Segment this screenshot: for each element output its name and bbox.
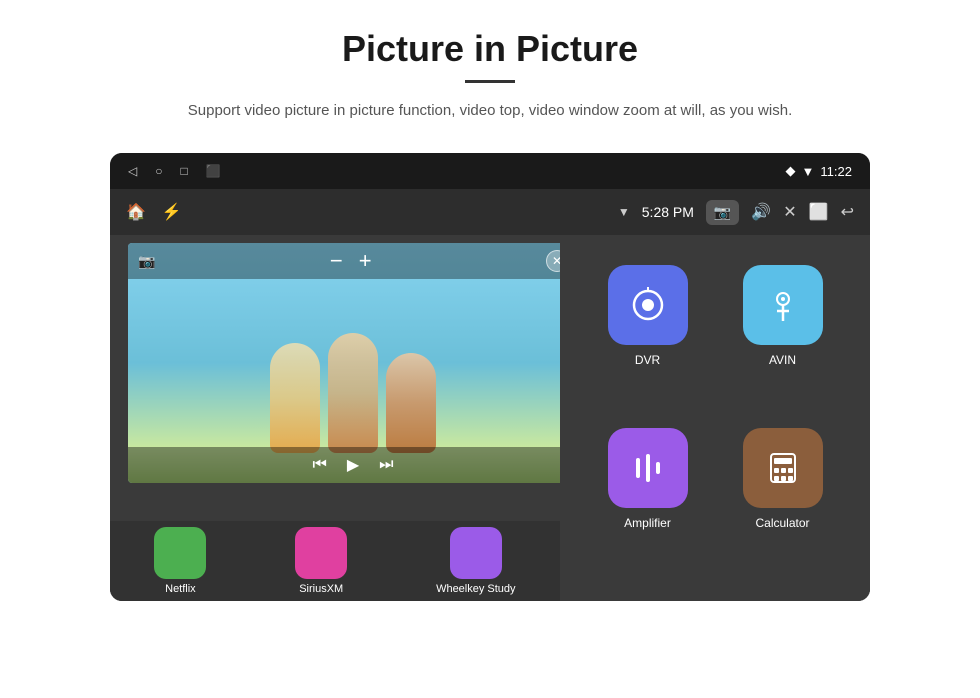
title-divider — [465, 80, 515, 83]
pip-ctrl-center: − + — [330, 248, 372, 274]
forward-btn[interactable]: ⏭ — [379, 456, 393, 474]
app-bar-time: 5:28 PM — [642, 204, 694, 220]
amplifier-icon-box — [608, 428, 688, 508]
figure-3 — [386, 353, 436, 453]
back-nav-icon[interactable]: ◁ — [128, 164, 137, 178]
pip-zoom-in[interactable]: + — [359, 248, 372, 274]
page-subtitle: Support video picture in picture functio… — [90, 99, 890, 123]
pip-camera-icon: 📷 — [138, 253, 155, 270]
device-frame: ◁ ○ □ ⬛ ◆ ▼ 11:22 🏠 ⚡ ▼ 5:28 PM 📷 🔊 ✕ ⬜ … — [110, 153, 870, 601]
dvr-label: DVR — [635, 353, 660, 367]
status-bar-right: ◆ ▼ 11:22 — [786, 163, 852, 179]
status-time: 11:22 — [820, 164, 852, 179]
app-item-dvr[interactable]: DVR — [580, 255, 715, 377]
volume-icon[interactable]: 🔊 — [751, 202, 771, 222]
app-item-amplifier[interactable]: Amplifier — [580, 418, 715, 540]
app-item-calculator[interactable]: Calculator — [715, 418, 850, 540]
back-icon[interactable]: ↩ — [841, 202, 854, 222]
wheelkey-icon-box — [450, 527, 502, 579]
home-nav-icon[interactable]: ○ — [155, 164, 162, 178]
avin-svg-icon — [763, 285, 803, 325]
close-icon[interactable]: ✕ — [783, 202, 796, 222]
recent-nav-icon[interactable]: □ — [180, 164, 187, 178]
netflix-icon-box — [154, 527, 206, 579]
window-icon[interactable]: ⬜ — [809, 202, 829, 222]
page-header: Picture in Picture Support video picture… — [0, 0, 980, 141]
avin-label: AVIN — [769, 353, 796, 367]
app-grid: DVR AVIN — [560, 235, 870, 601]
dvr-icon-box — [608, 265, 688, 345]
amplifier-label: Amplifier — [624, 516, 671, 530]
play-btn[interactable]: ▶ — [347, 455, 359, 475]
avin-icon-box — [743, 265, 823, 345]
main-content: 📷 − + ✕ ⏮ ▶ ⏭ Netflix SiriusX — [110, 235, 870, 601]
wheelkey-label: Wheelkey Study — [436, 583, 515, 595]
pip-playback: ⏮ ▶ ⏭ — [128, 447, 578, 483]
calculator-label: Calculator — [755, 516, 809, 530]
pip-zoom-out[interactable]: − — [330, 248, 343, 274]
rewind-btn[interactable]: ⏮ — [312, 456, 326, 474]
bottom-app-row: Netflix SiriusXM Wheelkey Study — [110, 521, 560, 601]
home-icon[interactable]: 🏠 — [126, 202, 146, 222]
wifi-signal-icon: ▼ — [618, 205, 630, 219]
dvr-svg-icon — [628, 285, 668, 325]
app-item-avin[interactable]: AVIN — [715, 255, 850, 377]
app-bar: 🏠 ⚡ ▼ 5:28 PM 📷 🔊 ✕ ⬜ ↩ — [110, 189, 870, 235]
pip-controls: 📷 − + ✕ — [128, 243, 578, 279]
figure-2 — [328, 333, 378, 453]
siriusxm-icon-box — [295, 527, 347, 579]
location-icon: ◆ — [786, 163, 796, 179]
menu-nav-icon[interactable]: ⬛ — [206, 164, 221, 178]
netflix-label: Netflix — [165, 583, 196, 595]
app-bar-left: 🏠 ⚡ — [126, 202, 182, 222]
app-item-siriusxm[interactable]: SiriusXM — [295, 527, 347, 595]
pip-video-container[interactable]: 📷 − + ✕ ⏮ ▶ ⏭ — [128, 243, 578, 483]
status-bar-left: ◁ ○ □ ⬛ — [128, 164, 221, 178]
wifi-icon: ▼ — [802, 164, 815, 179]
app-item-wheelkey[interactable]: Wheelkey Study — [436, 527, 515, 595]
status-bar: ◁ ○ □ ⬛ ◆ ▼ 11:22 — [110, 153, 870, 189]
figure-1 — [270, 343, 320, 453]
calculator-svg-icon — [763, 448, 803, 488]
app-bar-right: ▼ 5:28 PM 📷 🔊 ✕ ⬜ ↩ — [618, 200, 854, 225]
calculator-icon-box — [743, 428, 823, 508]
siriusxm-label: SiriusXM — [299, 583, 343, 595]
app-item-netflix[interactable]: Netflix — [154, 527, 206, 595]
camera-icon[interactable]: 📷 — [706, 200, 739, 225]
video-figures — [270, 333, 436, 453]
amplifier-svg-icon — [628, 448, 668, 488]
usb-icon: ⚡ — [162, 202, 182, 222]
page-title: Picture in Picture — [60, 28, 920, 70]
